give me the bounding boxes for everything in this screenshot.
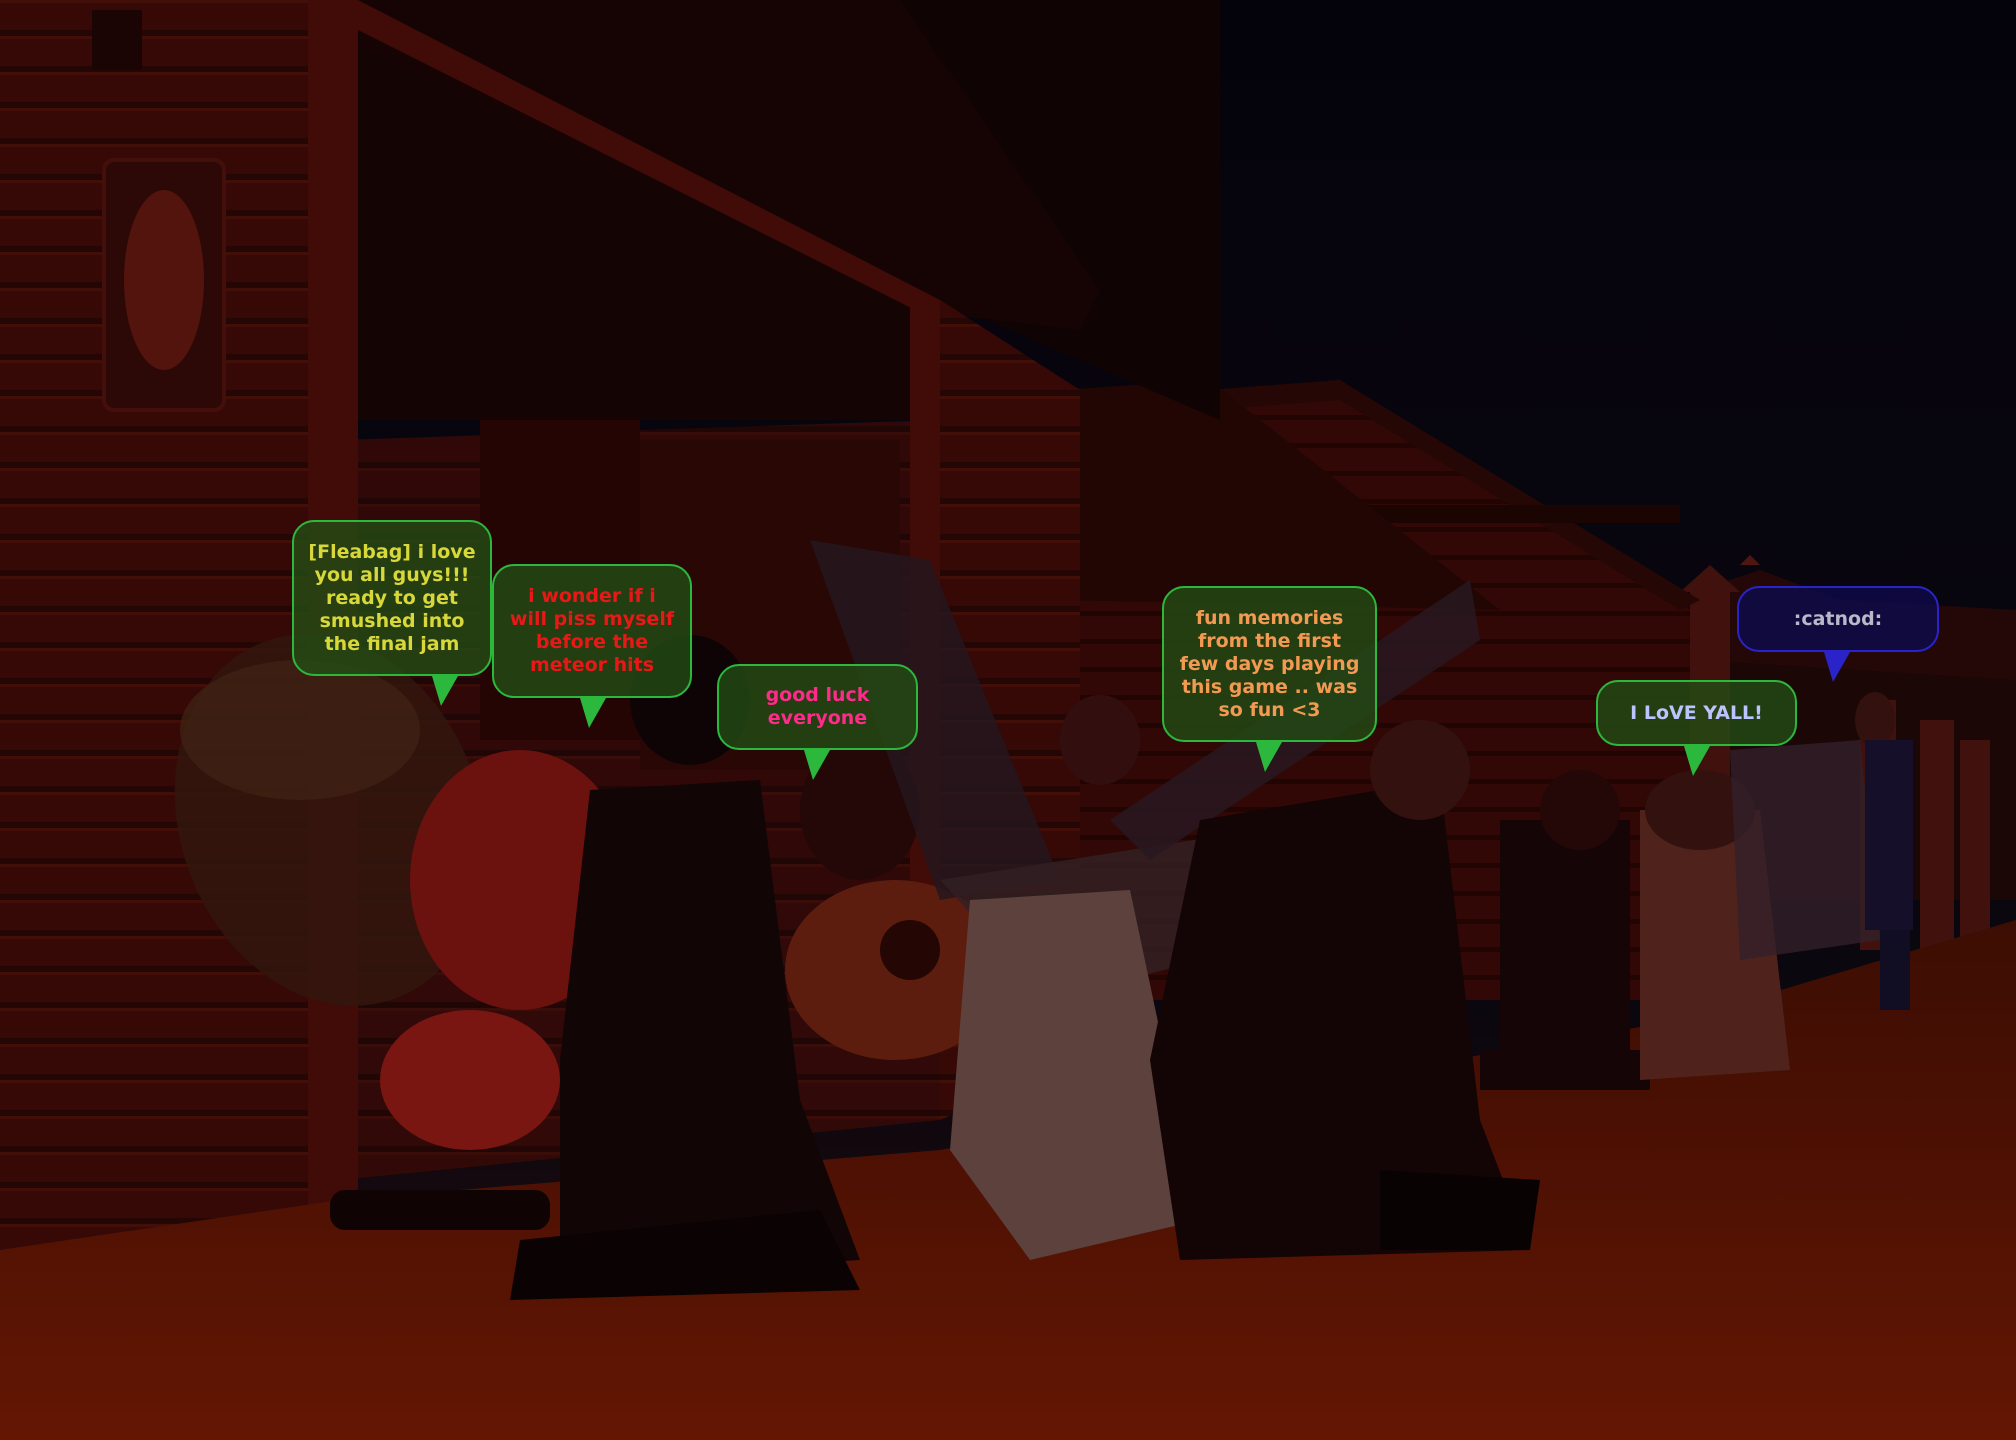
chat-bubble-tail: [1256, 742, 1282, 772]
chat-bubble-tail: [432, 676, 458, 706]
chat-bubble-piss: i wonder if i will piss myself before th…: [492, 564, 692, 698]
chat-bubble-good-luck: good luck everyone: [717, 664, 918, 750]
chat-bubble-tail: [1684, 746, 1710, 776]
chat-bubble-tail: [1824, 652, 1850, 682]
chat-bubble-tail: [580, 698, 606, 728]
chat-bubble-text: I LoVE YALL!: [1630, 701, 1763, 724]
chat-bubble-fun-memories: fun memories from the first few days pla…: [1162, 586, 1377, 742]
game-viewport[interactable]: [Fleabag] i love you all guys!!! ready t…: [0, 0, 2016, 1440]
chat-bubble-text: i wonder if i will piss myself before th…: [509, 585, 675, 676]
chat-bubble-tail: [804, 750, 830, 780]
chat-bubble-catnod: :catnod:: [1737, 586, 1939, 652]
chat-bubble-text: :catnod:: [1793, 607, 1883, 630]
chat-bubble-fleabag: [Fleabag] i love you all guys!!! ready t…: [292, 520, 492, 676]
chat-bubble-text: good luck everyone: [765, 684, 870, 729]
chat-bubble-text: [Fleabag] i love you all guys!!! ready t…: [308, 540, 476, 655]
chat-bubble-text: fun memories from the first few days pla…: [1179, 606, 1360, 721]
chat-bubble-love-yall: I LoVE YALL!: [1596, 680, 1797, 746]
